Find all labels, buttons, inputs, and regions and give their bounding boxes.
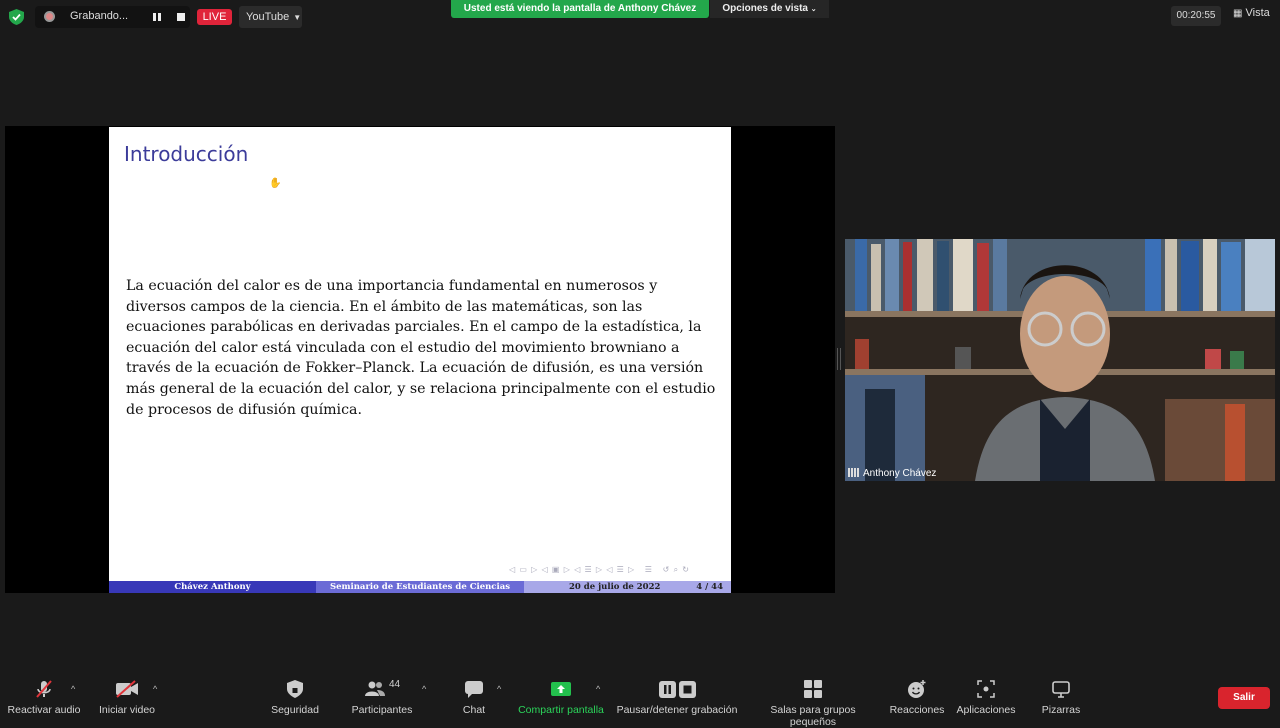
footer-author: Chávez Anthony [109,581,316,593]
participants-button[interactable]: 44 Participantes [348,679,416,717]
slide-title: Introducción [124,142,249,166]
footer-event: Seminario de Estudiantes de Ciencias [316,581,524,593]
smiley-plus-icon [888,679,946,699]
grid-view-icon: ▦ [1233,8,1243,19]
unmute-audio-label: Reactivar audio [7,704,81,716]
video-options-caret-icon[interactable]: ^ [153,684,157,694]
participant-video[interactable] [845,239,1275,481]
resize-handle[interactable] [837,348,841,370]
share-screen-button[interactable]: Compartir pantalla [516,679,606,716]
whiteboards-label: Pizarras [1041,704,1081,716]
participant-name: Anthony Chávez [863,468,937,479]
youtube-label: YouTube [246,11,290,23]
apps-icon [954,679,1018,699]
view-options-button[interactable]: Opciones de vista ⌄ [710,0,829,18]
chevron-down-icon: ▼ [293,13,302,22]
footer-page-number: 4 / 44 [696,582,723,592]
pause-stop-recording-button[interactable]: Pausar/detener grabación [616,679,738,716]
reactions-button[interactable]: Reacciones [888,679,946,716]
breakout-rooms-icon [746,679,880,699]
participant-name-label: Anthony Chávez [848,468,936,479]
slide-body-text: La ecuación del calor es de una importan… [126,278,716,418]
view-button-label: Vista [1245,7,1270,19]
chat-label: Chat [462,704,486,716]
chat-options-caret-icon[interactable]: ^ [497,684,501,694]
presentation-slide: Introducción ✋ La ecuación del calor es … [109,127,731,593]
share-screen-label: Compartir pantalla [518,704,604,716]
chat-button[interactable]: Chat [456,679,492,716]
share-screen-icon [516,679,606,699]
video-frame-illustration [845,239,1275,481]
participants-label: Participantes [351,704,413,716]
signal-strength-icon [848,468,860,477]
audio-options-caret-icon[interactable]: ^ [71,684,75,694]
shared-screen[interactable]: Introducción ✋ La ecuación del calor es … [5,126,835,593]
security-label: Seguridad [271,704,319,716]
beamer-navigation-icons: ◁ ▭ ▷ ◁ ▣ ▷ ◁ ☰ ▷ ◁ ☰ ▷ ☰ ↺ ⌕ ↻ [509,565,690,574]
footer-date-page: 20 de julio de 2022 4 / 44 [524,581,731,593]
participants-icon: 44 [348,679,416,699]
shield-icon [264,679,326,699]
meeting-timer: 00:20:55 [1171,6,1221,26]
security-shield-icon[interactable] [9,9,24,25]
stop-recording-icon[interactable] [177,13,185,21]
live-badge: LIVE [197,9,232,25]
hand-cursor-icon: ✋ [269,178,282,189]
view-options-label: Opciones de vista [722,3,808,14]
video-off-icon [94,679,160,699]
recording-dot-icon [44,11,55,22]
chevron-down-icon: ⌄ [810,6,817,13]
leave-meeting-button[interactable]: Salir [1218,687,1270,709]
pause-stop-recording-label: Pausar/detener grabación [616,704,738,716]
share-options-caret-icon[interactable]: ^ [596,684,600,694]
view-button[interactable]: ▦ Vista [1233,7,1270,19]
pause-stop-icon [616,679,738,699]
participants-count: 44 [388,678,401,690]
participants-options-caret-icon[interactable]: ^ [422,684,426,694]
pause-recording-icon[interactable] [153,13,161,21]
screen-share-banner: Usted está viendo la pantalla de Anthony… [451,0,709,18]
breakout-rooms-label: Salas para grupos pequeños [770,704,856,728]
recording-indicator: Grabando... [35,6,190,28]
recording-label: Grabando... [70,10,129,22]
footer-date: 20 de julio de 2022 [569,582,661,592]
apps-label: Aplicaciones [956,704,1016,716]
reactions-label: Reacciones [889,704,945,716]
whiteboard-icon [1038,679,1084,699]
apps-button[interactable]: Aplicaciones [954,679,1018,716]
chat-bubble-icon [456,679,492,699]
whiteboards-button[interactable]: Pizarras [1038,679,1084,716]
slide-footer: Chávez Anthony Seminario de Estudiantes … [109,581,731,593]
security-button[interactable]: Seguridad [264,679,326,716]
start-video-label: Iniciar video [98,704,156,716]
start-video-button[interactable]: Iniciar video [94,679,160,716]
youtube-stream-button[interactable]: YouTube ▼ [239,6,302,28]
breakout-rooms-button[interactable]: Salas para grupos pequeños [746,679,880,728]
